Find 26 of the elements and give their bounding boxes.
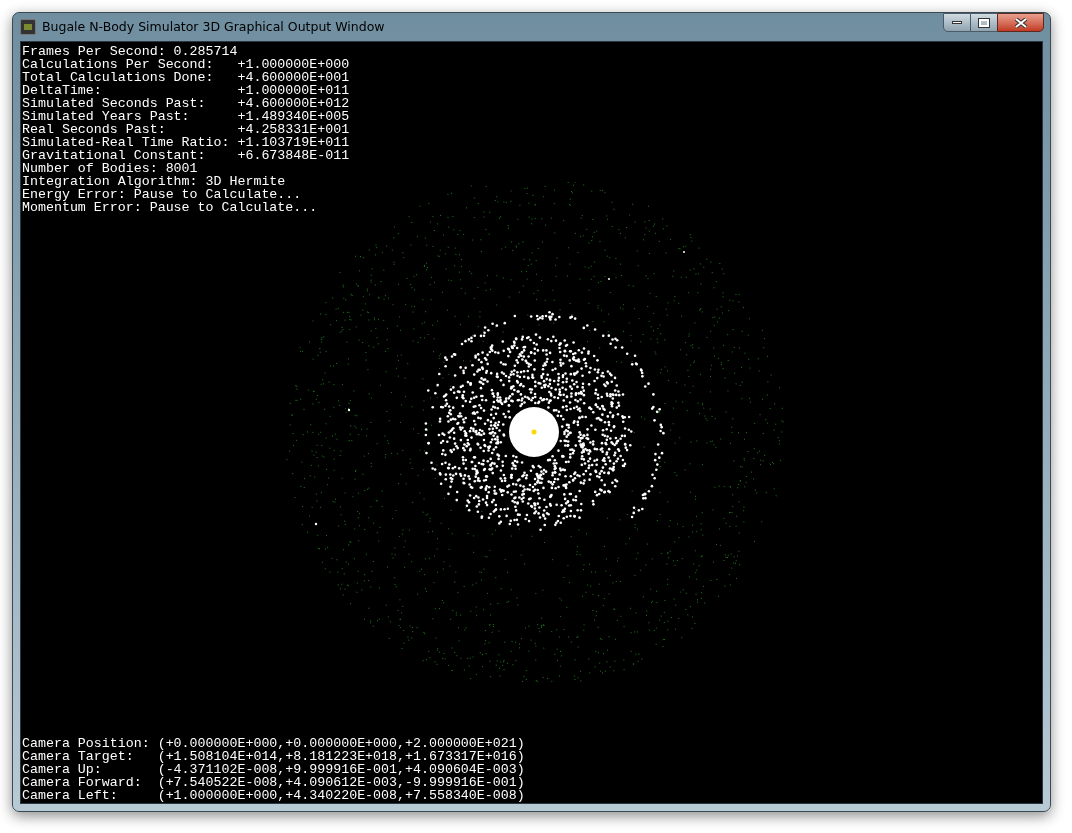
window-title: Bugale N-Body Simulator 3D Graphical Output Window <box>42 17 385 36</box>
stat-line: Momentum Error: Pause to Calculate... <box>22 201 319 214</box>
close-icon <box>1014 17 1027 28</box>
minimize-button[interactable] <box>943 13 971 32</box>
camera-line: Camera Up: (-4.371102E-008,+9.999916E-001,+4.090604E-003) <box>22 763 526 776</box>
camera-line: Camera Position: (+0.000000E+000,+0.000000E+000,+2.000000E+021) <box>22 737 526 750</box>
app-icon <box>20 19 36 35</box>
stat-line: Energy Error: Pause to Calculate... <box>22 188 303 201</box>
camera-line: Camera Left: (+1.000000E+000,+4.340220E-008,+7.558340E-008) <box>22 789 526 802</box>
maximize-button[interactable] <box>971 13 997 32</box>
stat-line: Frames Per Second: 0.285714 <box>22 45 239 58</box>
stat-line: Number of Bodies: 8001 <box>22 162 199 175</box>
stat-line: DeltaTime: +1.000000E+011 <box>22 84 351 97</box>
camera-line: Camera Target: (+1.508104E+014,+8.181223E+018,+1.673317E+016) <box>22 750 526 763</box>
stat-line: Gravitational Constant: +6.673848E-011 <box>22 149 351 162</box>
stat-line: Integration Algorithm: 3D Hermite <box>22 175 287 188</box>
stat-line: Simulated-Real Time Ratio: +1.103719E+011 <box>22 136 351 149</box>
stat-line: Simulated Years Past: +1.489340E+005 <box>22 110 351 123</box>
stat-line: Calculations Per Second: +1.000000E+000 <box>22 58 351 71</box>
close-button[interactable] <box>997 13 1044 32</box>
stat-line: Simulated Seconds Past: +4.600000E+012 <box>22 97 351 110</box>
minimize-icon <box>952 21 962 24</box>
stat-line: Total Calculations Done: +4.600000E+001 <box>22 71 351 84</box>
camera-line: Camera Forward: (+7.540522E-008,+4.090612E-003,-9.999916E-001) <box>22 776 526 789</box>
maximize-icon <box>979 18 989 27</box>
stat-line: Real Seconds Past: +4.258331E+001 <box>22 123 351 136</box>
